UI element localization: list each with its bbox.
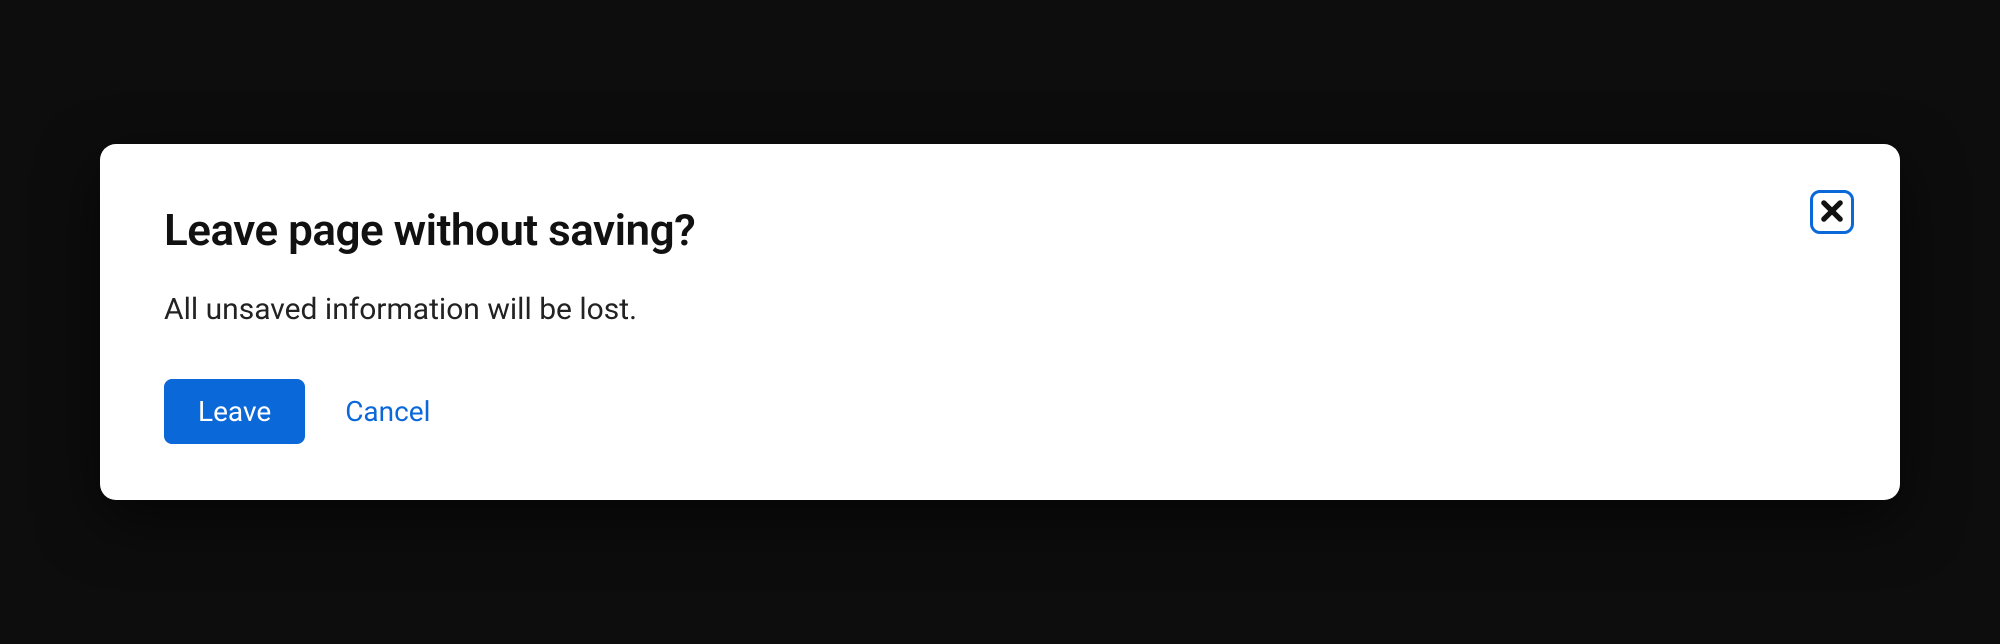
close-icon xyxy=(1818,197,1846,228)
cancel-button[interactable]: Cancel xyxy=(345,395,430,428)
dialog-body: All unsaved information will be lost. xyxy=(164,292,1836,327)
confirmation-dialog: Leave page without saving? All unsaved i… xyxy=(100,144,1900,500)
dialog-actions: Leave Cancel xyxy=(164,379,1836,444)
dialog-title: Leave page without saving? xyxy=(164,204,1836,256)
close-button[interactable] xyxy=(1810,190,1854,234)
leave-button[interactable]: Leave xyxy=(164,379,305,444)
